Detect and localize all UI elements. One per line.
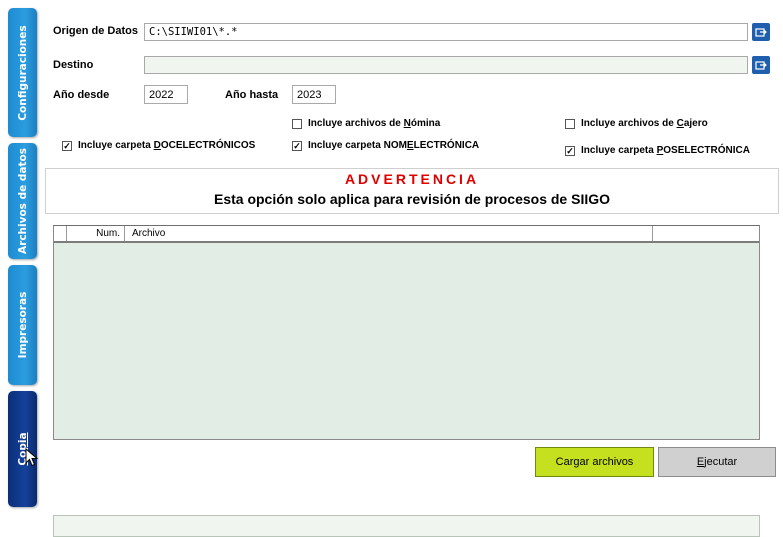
origen-label: Origen de Datos	[53, 25, 138, 37]
checkbox-nomelectronica-label: Incluye carpeta NOMELECTRÓNICA	[308, 140, 480, 151]
grid-col-archivo[interactable]: Archivo	[132, 226, 165, 241]
grid-header: Num. Archivo	[54, 226, 759, 243]
grid-col-num[interactable]: Num.	[94, 226, 120, 241]
checkbox-docelectronicos-box[interactable]: ✓	[62, 140, 72, 151]
grid-row-selector-header	[54, 226, 67, 241]
tab-configuraciones[interactable]: Configuraciones	[8, 8, 37, 137]
anio-hasta-input[interactable]: 2023	[292, 85, 336, 104]
tab-impresoras[interactable]: Impresoras	[8, 265, 37, 385]
tab-archivos-de-datos-label: Archivos de datos	[16, 148, 29, 254]
warning-panel: ADVERTENCIA Esta opción solo aplica para…	[45, 168, 779, 214]
status-bar	[53, 515, 760, 537]
checkbox-nomelectronica-box[interactable]: ✓	[292, 140, 302, 151]
anio-desde-input[interactable]: 2022	[144, 85, 188, 104]
checkbox-nomina-label: Incluye archivos de Nómina	[308, 118, 441, 129]
grid-col-divider	[124, 226, 125, 241]
checkbox-poselectronica-label: Incluye carpeta POSELECTRÓNICA	[581, 145, 750, 156]
checkbox-docelectronicos[interactable]: ✓ Incluye carpeta DOCELECTRÓNICOS	[62, 140, 255, 151]
origen-field[interactable]: C:\SIIWI01\*.*	[144, 23, 748, 41]
checkbox-nomina-box[interactable]	[292, 118, 302, 129]
destino-field[interactable]	[144, 56, 748, 74]
checkbox-cajero-label: Incluye archivos de Cajero	[581, 118, 708, 129]
files-grid[interactable]: Num. Archivo	[53, 225, 760, 440]
folder-browse-icon	[755, 28, 767, 37]
ejecutar-button[interactable]: Ejecutar	[658, 447, 776, 477]
checkbox-poselectronica-box[interactable]: ✓	[565, 145, 575, 156]
checkbox-docelectronicos-label: Incluye carpeta DOCELECTRÓNICOS	[78, 140, 256, 151]
folder-browse-icon	[755, 61, 767, 70]
mouse-cursor-icon	[25, 448, 39, 467]
origen-value: C:\SIIWI01\*.*	[149, 26, 238, 38]
warning-text: Esta opción solo aplica para revisión de…	[213, 191, 610, 207]
checkbox-poselectronica[interactable]: ✓ Incluye carpeta POSELECTRÓNICA	[565, 145, 750, 156]
checkbox-nomina[interactable]: Incluye archivos de Nómina	[292, 118, 440, 129]
destino-browse-button[interactable]	[752, 56, 770, 74]
origen-browse-button[interactable]	[752, 23, 770, 41]
warning-title: ADVERTENCIA	[344, 171, 480, 187]
cargar-archivos-button[interactable]: Cargar archivos	[535, 447, 654, 477]
anio-hasta-label: Año hasta	[225, 89, 279, 101]
grid-col-divider	[652, 226, 653, 241]
checkbox-nomelectronica[interactable]: ✓ Incluye carpeta NOMELECTRÓNICA	[292, 140, 479, 151]
checkbox-cajero[interactable]: Incluye archivos de Cajero	[565, 118, 708, 129]
tab-configuraciones-label: Configuraciones	[16, 24, 29, 121]
destino-value	[145, 59, 149, 71]
checkbox-cajero-box[interactable]	[565, 118, 575, 129]
tab-archivos-de-datos[interactable]: Archivos de datos	[8, 143, 37, 259]
destino-label: Destino	[53, 59, 94, 71]
anio-desde-label: Año desde	[53, 89, 110, 101]
tab-impresoras-label: Impresoras	[16, 291, 29, 359]
